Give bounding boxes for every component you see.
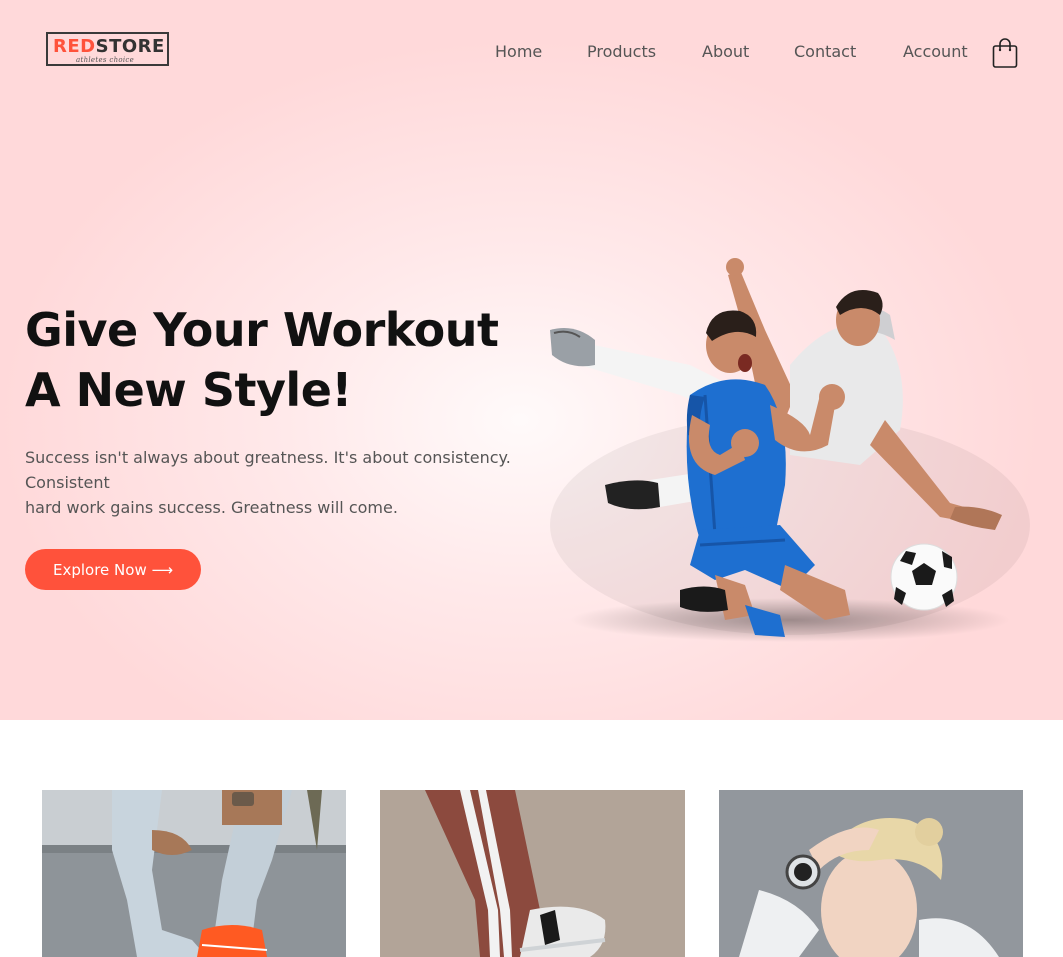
- hero-subtext-line-1: Success isn't always about greatness. It…: [25, 448, 511, 467]
- logo-text-dark: STORE: [95, 36, 165, 57]
- hero-subtext-line-2: Consistent: [25, 473, 110, 492]
- hero-subtext: Success isn't always about greatness. It…: [25, 445, 525, 520]
- category-image-jeans[interactable]: [42, 790, 346, 957]
- nav-products[interactable]: Products: [587, 42, 656, 61]
- logo-text-red: RED: [53, 36, 96, 57]
- category-image-smartwatch-art: [719, 790, 1023, 957]
- category-image-jeans-art: [42, 790, 346, 957]
- cart-button[interactable]: [991, 37, 1019, 69]
- redstore-logo[interactable]: REDSTORE athletes choice: [46, 32, 169, 66]
- hero-headline-line-1: Give Your Workout: [25, 303, 499, 357]
- nav-contact[interactable]: Contact: [794, 42, 856, 61]
- logo-tagline: athletes choice: [76, 56, 135, 64]
- shopping-bag-icon: [992, 38, 1018, 68]
- hero-headline-line-2: A New Style!: [25, 363, 352, 417]
- hero-players-image: [550, 258, 1030, 642]
- category-image-smartwatch[interactable]: [719, 790, 1023, 957]
- category-image-trackpants[interactable]: [380, 790, 685, 957]
- nav-home[interactable]: Home: [495, 42, 542, 61]
- category-image-trackpants-art: [380, 790, 685, 957]
- logo-wordmark: REDSTORE: [53, 36, 165, 57]
- explore-now-button[interactable]: Explore Now ⟶: [25, 549, 201, 590]
- hero-section: REDSTORE athletes choice Home Products A…: [0, 0, 1063, 720]
- nav-account[interactable]: Account: [903, 42, 968, 61]
- hero-subtext-line-3: hard work gains success. Greatness will …: [25, 498, 398, 517]
- hero-headline: Give Your Workout A New Style!: [25, 300, 545, 420]
- nav-about[interactable]: About: [702, 42, 749, 61]
